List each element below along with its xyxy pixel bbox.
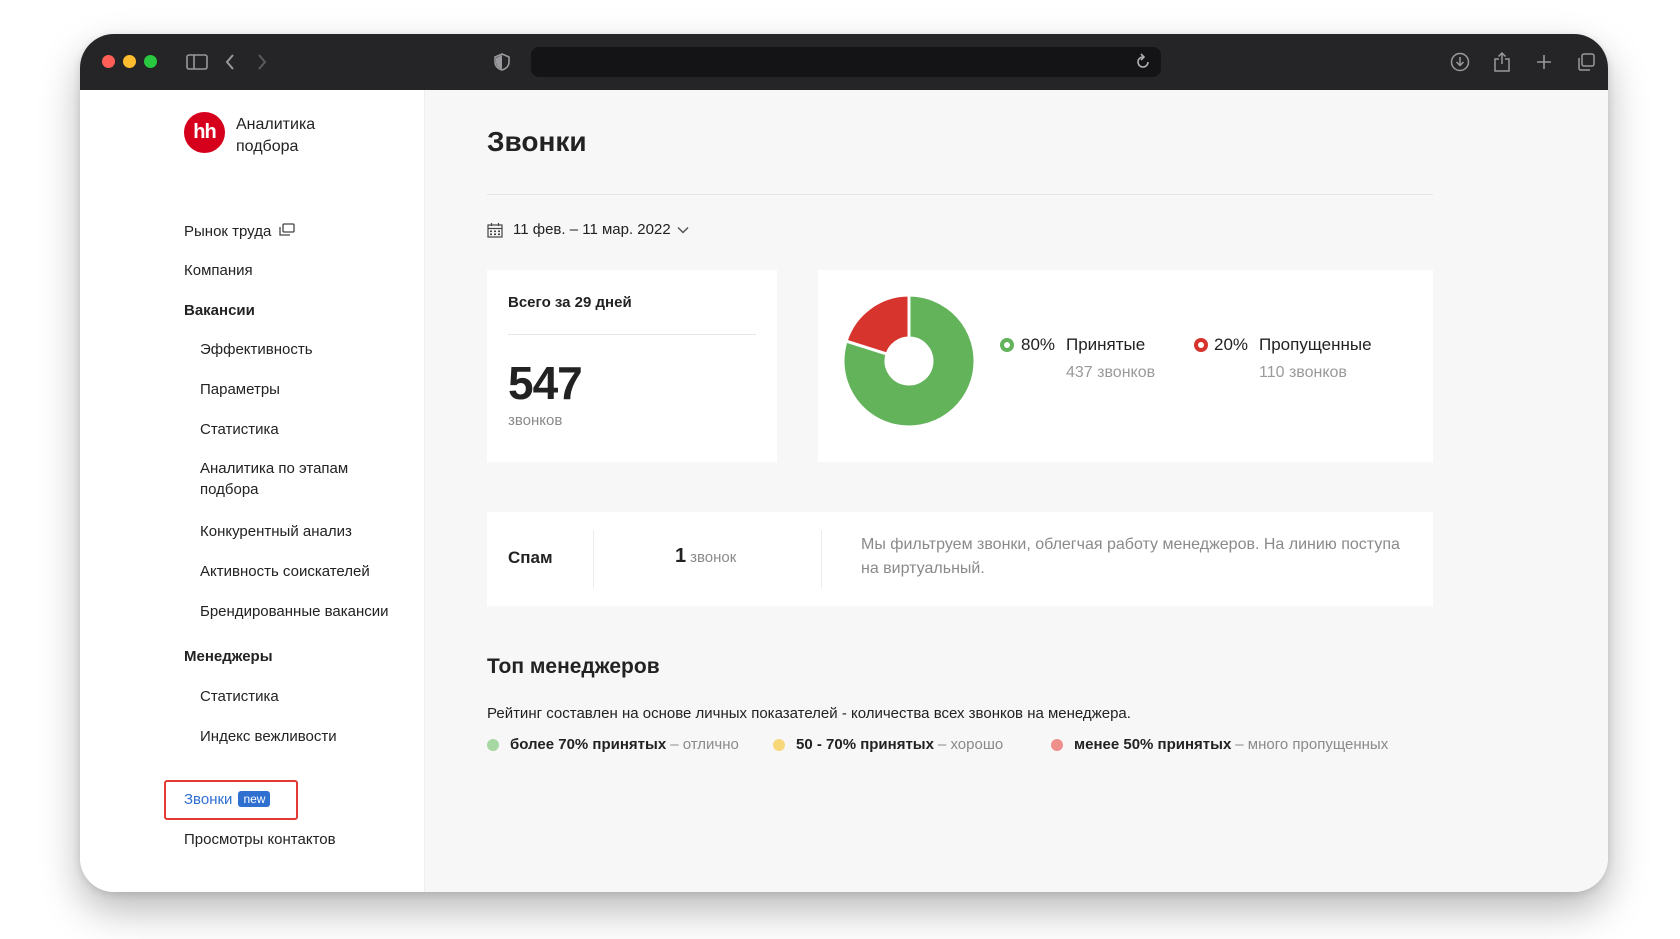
rating-desc: – много пропущенных <box>1235 736 1389 753</box>
calls-split-card: 80% Принятые 437 звонков 20% Пропущенные… <box>818 270 1433 462</box>
accepted-legend-dot <box>1000 338 1014 352</box>
external-link-icon <box>279 223 296 241</box>
sidebar-item-politeness-index[interactable]: Индекс вежливости <box>200 728 337 745</box>
total-calls-card: Всего за 29 дней 547 звонков <box>487 270 777 462</box>
total-calls-unit: звонков <box>508 412 563 429</box>
reload-icon[interactable] <box>1135 53 1151 76</box>
divider <box>593 530 594 588</box>
sidebar-item-manager-statistics[interactable]: Статистика <box>200 688 279 705</box>
pie-slice-missed <box>844 293 911 356</box>
sidebar-item-applicant-activity[interactable]: Активность соискателей <box>200 563 370 580</box>
sidebar-item-competitor-analysis[interactable]: Конкурентный анализ <box>200 523 352 540</box>
spam-description-line-1: Мы фильтруем звонки, облегчая работу мен… <box>861 536 1400 553</box>
chevron-down-icon <box>677 226 689 234</box>
calendar-icon <box>487 222 503 238</box>
accepted-pct: 80% <box>1021 335 1056 354</box>
green-dot-icon <box>487 738 499 751</box>
spam-description: Мы фильтруем звонки, облегчая работу мен… <box>861 533 1433 581</box>
card-divider <box>508 334 756 335</box>
sidebar-item-efficiency[interactable]: Эффективность <box>200 341 313 358</box>
spam-count-value: 1 <box>675 545 687 567</box>
sidebar-item-label: Звонки <box>184 791 233 808</box>
page-title: Звонки <box>487 126 587 157</box>
browser-window: hh Аналитика подбора Рынок труда Компани… <box>80 34 1608 892</box>
share-icon[interactable] <box>1490 48 1514 76</box>
sidebar-section-managers[interactable]: Менеджеры <box>184 648 273 665</box>
red-dot-icon <box>1051 738 1063 751</box>
rating-desc: – отлично <box>670 736 739 753</box>
rating-label: более 70% принятых <box>510 736 667 753</box>
spam-card: Спам 1 звонок Мы фильтруем звонки, облегч… <box>487 512 1433 606</box>
spam-count-unit: звонок <box>690 549 737 566</box>
close-window-button[interactable] <box>102 55 115 68</box>
yellow-dot-icon <box>773 738 785 751</box>
total-calls-value: 547 <box>508 357 583 409</box>
rating-desc: – хорошо <box>937 736 1004 753</box>
date-range-label: 11 фев. – 11 мар. 2022 <box>513 221 671 238</box>
main-content: Звонки 11 фев. – 11 мар. 2022 Всего за 2… <box>425 90 1608 892</box>
app-title: Аналитика подбора <box>236 116 316 155</box>
accepted-label: Принятые <box>1066 335 1146 354</box>
missed-pct: 20% <box>1214 335 1249 354</box>
date-range-picker[interactable]: 11 фев. – 11 мар. 2022 <box>487 221 689 238</box>
total-calls-title: Всего за 29 дней <box>508 294 632 311</box>
rating-legend-good: 50 - 70% принятых – хорошо <box>773 736 1003 753</box>
sidebar-item-labor-market[interactable]: Рынок труда <box>184 223 296 241</box>
hh-logo[interactable]: hh <box>184 112 225 153</box>
spam-description-line-2: на виртуальный. <box>861 560 985 577</box>
calls-pie-chart <box>841 293 977 429</box>
divider <box>821 530 822 588</box>
title-divider <box>487 194 1433 195</box>
spam-label: Спам <box>508 548 553 567</box>
new-tab-icon[interactable] <box>1532 48 1556 76</box>
top-managers-title: Топ менеджеров <box>487 655 660 678</box>
sidebar-item-company[interactable]: Компания <box>184 262 253 279</box>
missed-label: Пропущенные <box>1259 335 1372 354</box>
sidebar-item-label: Рынок труда <box>184 223 272 240</box>
sidebar: hh Аналитика подбора Рынок труда Компани… <box>80 90 425 892</box>
sidebar-item-contact-views[interactable]: Просмотры контактов <box>184 831 336 848</box>
spam-count: 1 звонок <box>675 545 736 568</box>
download-icon[interactable] <box>1448 48 1472 76</box>
address-bar[interactable] <box>531 47 1161 77</box>
privacy-shield-icon[interactable] <box>492 48 512 76</box>
sidebar-item-stage-analytics[interactable]: Аналитика по этапам подбора <box>200 458 390 500</box>
rating-label: 50 - 70% принятых <box>796 736 934 753</box>
new-badge: new <box>238 791 271 807</box>
sidebar-item-parameters[interactable]: Параметры <box>200 381 280 398</box>
tab-overview-icon[interactable] <box>1574 48 1598 76</box>
forward-icon[interactable] <box>252 48 272 76</box>
browser-toolbar <box>80 34 1608 90</box>
sidebar-toggle-icon[interactable] <box>184 48 210 76</box>
minimize-window-button[interactable] <box>123 55 136 68</box>
sidebar-item-statistics[interactable]: Статистика <box>200 421 279 438</box>
zoom-window-button[interactable] <box>144 55 157 68</box>
rating-legend-poor: менее 50% принятых – много пропущенных <box>1051 736 1388 753</box>
rating-legend-excellent: более 70% принятых – отлично <box>487 736 739 753</box>
missed-legend-dot <box>1194 338 1208 352</box>
back-icon[interactable] <box>220 48 240 76</box>
sidebar-item-calls[interactable]: Звонки new <box>184 791 271 808</box>
missed-count: 110 звонков <box>1259 364 1347 381</box>
top-managers-description: Рейтинг составлен на основе личных показ… <box>487 705 1131 722</box>
sidebar-section-vacancies[interactable]: Вакансии <box>184 302 255 319</box>
sidebar-item-branded-vacancies[interactable]: Брендированные вакансии <box>200 603 389 620</box>
rating-label: менее 50% принятых <box>1074 736 1232 753</box>
accepted-count: 437 звонков <box>1066 364 1156 381</box>
